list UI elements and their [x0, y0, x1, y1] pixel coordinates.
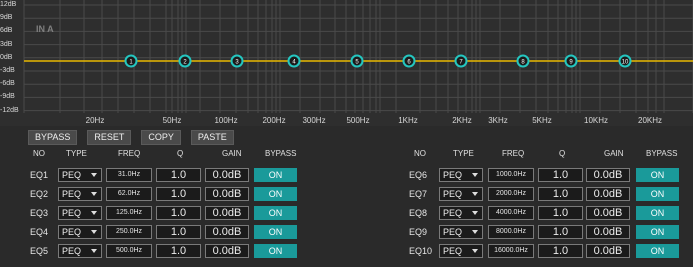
x-axis-label: 100Hz — [214, 116, 238, 125]
column-q-header: Q — [559, 149, 566, 158]
gain-field[interactable]: 0.0dB — [586, 168, 630, 182]
band-number: EQ6 — [409, 170, 428, 180]
band-marker-9[interactable]: 9 — [564, 54, 578, 68]
gain-field[interactable]: 0.0dB — [586, 187, 630, 201]
band-marker-5[interactable]: 5 — [350, 54, 364, 68]
chevron-down-icon — [472, 211, 478, 215]
gain-field[interactable]: 0.0dB — [586, 225, 630, 239]
chevron-down-icon — [472, 192, 478, 196]
y-axis-label: 6dB — [0, 27, 13, 35]
bypass-toggle-button[interactable]: ON — [636, 244, 679, 258]
filter-type-value: PEQ — [443, 227, 463, 237]
x-axis-label: 2KHz — [452, 116, 472, 125]
column-bypass-header: BYPASS — [646, 149, 678, 158]
band-number: EQ10 — [409, 246, 433, 256]
x-axis-label: 3KHz — [488, 116, 508, 125]
column-no-header: NO — [33, 149, 45, 158]
column-freq-header: FREQ — [502, 149, 525, 158]
band-marker-8[interactable]: 8 — [516, 54, 530, 68]
bypass-toggle-button[interactable]: ON — [636, 225, 679, 239]
eq-band-row: EQ8 PEQ 4000.0Hz 1.0 0.0dB ON — [0, 204, 693, 222]
filter-type-value: PEQ — [443, 246, 463, 256]
band-marker-2[interactable]: 2 — [178, 54, 192, 68]
frequency-field[interactable]: 16000.0Hz — [488, 244, 534, 258]
band-marker-4[interactable]: 4 — [287, 54, 301, 68]
y-axis-label: -12dB — [0, 106, 19, 114]
y-axis-label: -6dB — [0, 80, 15, 88]
q-field[interactable]: 1.0 — [538, 244, 583, 258]
column-freq-header: FREQ — [118, 149, 141, 158]
eq-toolbar: BYPASS RESET COPY PASTE — [28, 130, 234, 145]
q-field[interactable]: 1.0 — [538, 187, 583, 201]
x-axis-label: 300Hz — [302, 116, 326, 125]
gain-field[interactable]: 0.0dB — [586, 206, 630, 220]
column-q-header: Q — [177, 149, 184, 158]
column-no-header: NO — [414, 149, 426, 158]
band-marker-1[interactable]: 1 — [124, 54, 138, 68]
bypass-toggle-button[interactable]: ON — [636, 206, 679, 220]
y-axis-label: 3dB — [0, 40, 13, 48]
band-marker-7[interactable]: 7 — [454, 54, 468, 68]
chevron-down-icon — [472, 230, 478, 234]
frequency-field[interactable]: 4000.0Hz — [488, 206, 534, 220]
column-type-header: TYPE — [66, 149, 87, 158]
filter-type-value: PEQ — [443, 189, 463, 199]
x-axis-label: 50Hz — [162, 116, 182, 125]
x-axis-label: 20KHz — [637, 116, 663, 125]
filter-type-select[interactable]: PEQ — [439, 225, 483, 239]
frequency-field[interactable]: 1000.0Hz — [488, 168, 534, 182]
band-number: EQ7 — [409, 189, 428, 199]
y-axis-label: 12dB — [0, 1, 17, 8]
chevron-down-icon — [472, 173, 478, 177]
x-axis-label: 10KHz — [583, 116, 609, 125]
y-axis-label: -3dB — [0, 67, 15, 74]
column-type-header: TYPE — [453, 149, 474, 158]
filter-type-select[interactable]: PEQ — [439, 168, 483, 182]
eq-band-row: EQ10 PEQ 16000.0Hz 1.0 0.0dB ON — [0, 242, 693, 260]
x-axis-label: 200Hz — [262, 116, 286, 125]
x-axis-label: 20Hz — [85, 116, 105, 125]
frequency-field[interactable]: 2000.0Hz — [488, 187, 534, 201]
eq-band-row: EQ7 PEQ 2000.0Hz 1.0 0.0dB ON — [0, 185, 693, 203]
column-gain-header: GAIN — [604, 149, 624, 158]
chevron-down-icon — [472, 249, 478, 253]
column-bypass-header: BYPASS — [265, 149, 297, 158]
bypass-all-button[interactable]: BYPASS — [28, 130, 78, 145]
eq-band-row: EQ6 PEQ 1000.0Hz 1.0 0.0dB ON — [0, 166, 693, 184]
gain-field[interactable]: 0.0dB — [586, 244, 630, 258]
band-marker-10[interactable]: 10 — [618, 54, 632, 68]
y-axis-label: 0dB — [0, 53, 13, 61]
filter-type-value: PEQ — [443, 208, 463, 218]
eq-graph-canvas[interactable]: 1 2 3 4 5 6 7 8 9 10 — [0, 0, 693, 126]
q-field[interactable]: 1.0 — [538, 225, 583, 239]
channel-label: IN A — [36, 24, 54, 34]
x-axis-label: 5KHz — [532, 116, 552, 125]
frequency-field[interactable]: 8000.0Hz — [488, 225, 534, 239]
y-axis-label: -9dB — [0, 93, 15, 101]
bypass-toggle-button[interactable]: ON — [636, 187, 679, 201]
x-axis-label: 1KHz — [398, 116, 418, 125]
band-number: EQ9 — [409, 227, 428, 237]
band-number: EQ8 — [409, 208, 428, 218]
filter-type-value: PEQ — [443, 170, 463, 180]
q-field[interactable]: 1.0 — [538, 168, 583, 182]
band-marker-number: 10 — [622, 60, 629, 66]
band-marker-3[interactable]: 3 — [230, 54, 244, 68]
copy-button[interactable]: COPY — [141, 130, 181, 145]
band-marker-6[interactable]: 6 — [402, 54, 416, 68]
x-axis-label: 500Hz — [346, 116, 370, 125]
column-gain-header: GAIN — [222, 149, 242, 158]
paste-button[interactable]: PASTE — [190, 130, 234, 145]
eq-band-row: EQ9 PEQ 8000.0Hz 1.0 0.0dB ON — [0, 223, 693, 241]
bypass-toggle-button[interactable]: ON — [636, 168, 679, 182]
q-field[interactable]: 1.0 — [538, 206, 583, 220]
y-axis-label: 9dB — [0, 14, 13, 22]
filter-type-select[interactable]: PEQ — [439, 187, 483, 201]
filter-type-select[interactable]: PEQ — [439, 206, 483, 220]
reset-button[interactable]: RESET — [87, 130, 132, 145]
filter-type-select[interactable]: PEQ — [439, 244, 483, 258]
eq-graph[interactable]: 1 2 3 4 5 6 7 8 9 10 IN A 12dB 9dB 6dB 3dB 0dB -3dB -6d… — [0, 0, 693, 126]
